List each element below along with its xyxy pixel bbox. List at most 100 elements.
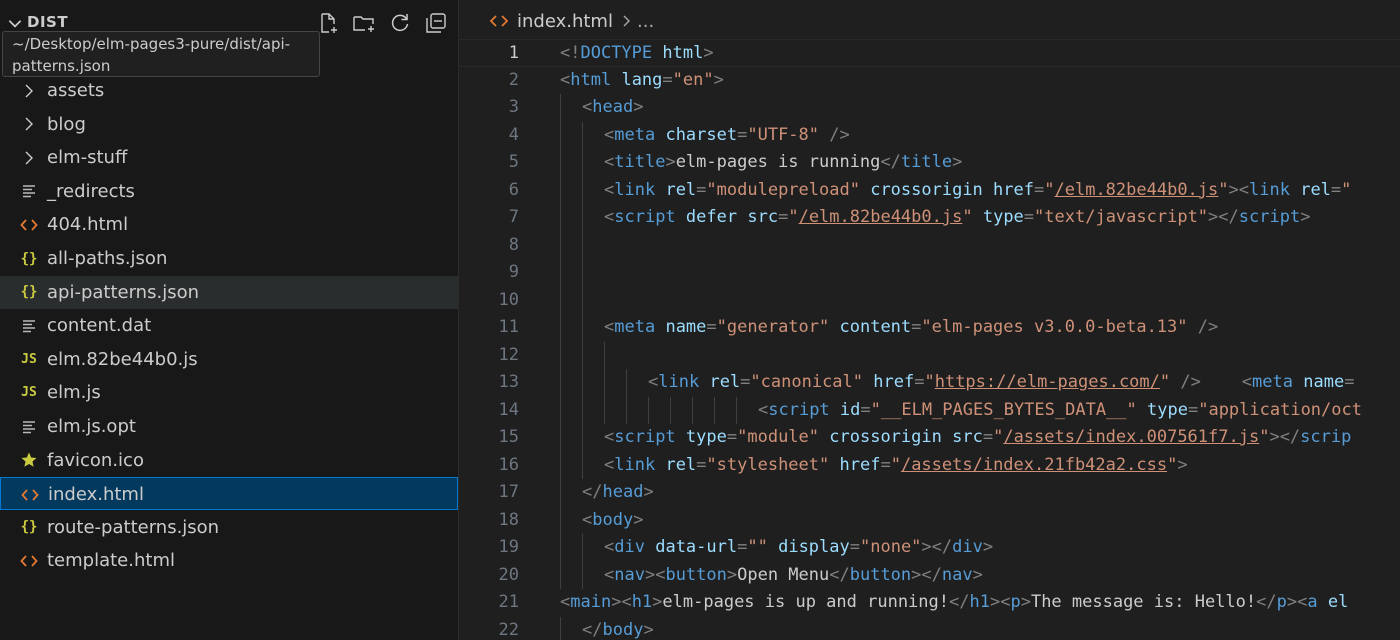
collapse-all-icon[interactable]	[424, 11, 448, 35]
code-token: =	[860, 399, 871, 420]
code-line[interactable]: 13 <link rel="canonical" href="https://el…	[459, 369, 1400, 397]
file-item[interactable]: {} route-patterns.json	[0, 511, 458, 544]
code-token: "	[788, 207, 799, 227]
code-token: rel	[665, 179, 697, 200]
code-token: "	[993, 427, 1004, 447]
breadcrumb-more[interactable]: ...	[637, 11, 654, 32]
code-line[interactable]: 14 <script id="__ELM_PAGES_BYTES_DATA__" …	[459, 396, 1400, 424]
code-line[interactable]: 15 <script type="module" crossorigin src=…	[459, 424, 1400, 452]
line-number: 9	[508, 262, 519, 282]
code-token: <	[604, 564, 615, 585]
indent-guide	[582, 286, 583, 314]
code-token: elm-pages is running	[675, 152, 881, 172]
code-line[interactable]: 12	[459, 341, 1400, 369]
code-token: charset	[665, 124, 738, 145]
code-token: <	[604, 179, 615, 200]
code-line[interactable]: 22 </body>	[459, 616, 1400, 640]
text-file-icon	[18, 175, 40, 208]
code-line[interactable]: 19 <div data-url="" display="none"></div>	[459, 534, 1400, 562]
code-line[interactable]: 5 <title>elm-pages is running</title>	[459, 149, 1400, 177]
folder-item[interactable]: blog	[0, 108, 458, 141]
file-item-label: elm.js.opt	[47, 416, 136, 437]
file-item[interactable]: {} all-paths.json	[0, 242, 458, 275]
folder-item[interactable]: elm-stuff	[0, 141, 458, 174]
code-line[interactable]: 16 <link rel="stylesheet" href="/assets/i…	[459, 451, 1400, 479]
line-number: 17	[498, 482, 519, 502]
file-item[interactable]: JS elm.js	[0, 376, 458, 409]
indent-guide	[560, 369, 561, 397]
code-editor[interactable]: index.html ... 1 <!DOCTYPE html> 2 <html la…	[459, 0, 1400, 640]
file-item[interactable]: index.html	[0, 477, 458, 511]
code-line[interactable]: 6 <link rel="modulepreload" crossorigin h…	[459, 176, 1400, 204]
file-item[interactable]: template.html	[0, 544, 458, 577]
file-item-label: favicon.ico	[47, 449, 144, 471]
file-item[interactable]: _redirects	[0, 175, 458, 208]
code-line[interactable]: 2 <html lang="en">	[459, 67, 1400, 95]
code-token: name	[665, 317, 707, 337]
code-line[interactable]: 18 <body>	[459, 506, 1400, 534]
code-token: "	[924, 372, 935, 392]
file-item-label: content.dat	[47, 315, 152, 337]
code-token: =	[740, 372, 751, 392]
file-item[interactable]: {} api-patterns.json	[0, 275, 458, 309]
indent-guide	[626, 369, 627, 397]
code-token: =	[1344, 372, 1355, 392]
new-folder-icon[interactable]	[352, 11, 376, 35]
breadcrumb[interactable]: index.html ...	[459, 0, 1400, 42]
code-token: =	[982, 427, 994, 447]
code-token: /elm.82be44b0.js	[798, 207, 963, 227]
code-line[interactable]: 10	[459, 286, 1400, 314]
line-number: 2	[508, 69, 519, 90]
indent-guide	[582, 314, 583, 342]
code-token: ><	[1228, 179, 1249, 200]
code-text: </body>	[582, 617, 654, 640]
breadcrumb-file[interactable]: index.html	[517, 11, 613, 32]
file-item[interactable]: content.dat	[0, 309, 458, 342]
folder-item[interactable]: assets	[0, 74, 458, 107]
file-item[interactable]: JS elm.82be44b0.js	[0, 343, 458, 376]
code-token: nav	[941, 564, 973, 585]
code-token: script	[614, 427, 676, 447]
code-token: p	[1010, 592, 1021, 612]
code-line[interactable]: 9	[459, 259, 1400, 287]
indent-guide	[560, 341, 561, 369]
code-token: <	[758, 399, 769, 420]
code-line[interactable]: 17 </head>	[459, 479, 1400, 507]
code-token: <	[648, 372, 659, 392]
code-line[interactable]: 20 <nav><button>Open Menu</button></nav>	[459, 561, 1400, 589]
code-line[interactable]: 7 <script defer src="/elm.82be44b0.js" ty…	[459, 204, 1400, 232]
code-line[interactable]: 4 <meta charset="UTF-8" />	[459, 121, 1400, 149]
code-token: >	[713, 69, 724, 90]
code-token: a	[1307, 592, 1318, 612]
code-token: "none"	[860, 537, 922, 557]
file-item[interactable]: elm.js.opt	[0, 410, 458, 443]
code-token: >	[982, 537, 994, 557]
file-item[interactable]: 404.html	[0, 208, 458, 241]
code-token: ><	[611, 592, 632, 612]
code-token: =	[1023, 207, 1035, 227]
chevron-down-icon[interactable]	[6, 14, 24, 32]
code-token: type	[982, 207, 1024, 227]
html-file-icon	[489, 15, 509, 27]
code-line[interactable]: 21 <main><h1>elm-pages is up and running!…	[459, 589, 1400, 617]
code-line[interactable]: 8	[459, 231, 1400, 259]
code-line[interactable]: 3 <head>	[459, 94, 1400, 122]
code-token: "	[1044, 179, 1055, 200]
code-line[interactable]: 1 <!DOCTYPE html>	[459, 39, 1400, 67]
refresh-icon[interactable]	[388, 11, 412, 35]
file-item[interactable]: favicon.ico	[0, 444, 458, 477]
new-file-icon[interactable]	[316, 11, 340, 35]
code-line[interactable]: 11 <meta name="generator" content="elm-pa…	[459, 314, 1400, 342]
indent-guide	[560, 616, 561, 640]
indent-guide	[560, 121, 561, 149]
file-item-label: elm.js	[47, 382, 101, 404]
indent-guide	[604, 369, 605, 397]
json-file-icon: {}	[20, 250, 38, 267]
indent-guide	[604, 396, 605, 424]
line-number: 18	[498, 509, 519, 530]
